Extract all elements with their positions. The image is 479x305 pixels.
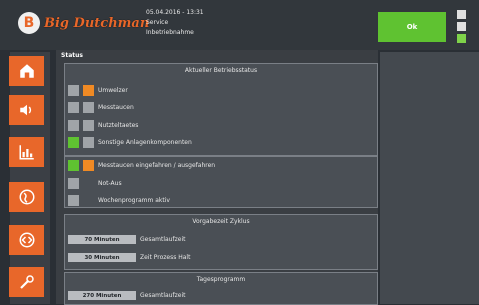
value-field[interactable]: 30 Minuten xyxy=(68,253,136,262)
date-time: 05.04.2016 - 13:31 xyxy=(146,9,204,16)
value-label: Zeit Prozess Halt xyxy=(140,254,191,261)
header-line-2: Service xyxy=(146,19,169,26)
status-row: Sonstige Anlagenkomponenten xyxy=(68,137,192,148)
status-label: Umwelzer xyxy=(98,87,128,94)
status-indicator xyxy=(83,120,94,131)
value-row: 70 Minuten Gesamtlaufzeit xyxy=(68,235,185,244)
page-title: Status xyxy=(61,52,83,59)
panel-title-operating-status: Aktueller Betriebsstatus xyxy=(184,67,258,74)
status-row: Messtaucen eingefahren / ausgefahren xyxy=(68,160,215,171)
status-indicator xyxy=(68,137,79,148)
chart-button[interactable] xyxy=(9,137,44,167)
home-button[interactable] xyxy=(9,56,44,86)
logo-text: Big Dutchman xyxy=(44,15,150,31)
status-indicator xyxy=(83,85,94,96)
indicator-bottom xyxy=(457,34,466,43)
status-indicator xyxy=(68,195,79,206)
sound-button[interactable] xyxy=(9,95,44,125)
value-field[interactable]: 270 Minuten xyxy=(68,291,136,300)
value-label: Gesamtlaufzeit xyxy=(140,236,186,243)
status-indicator xyxy=(68,102,79,113)
home-icon xyxy=(19,64,34,78)
globe-button[interactable] xyxy=(9,182,44,212)
status-label: Messtaucen eingefahren / ausgefahren xyxy=(98,162,216,169)
value-row: 270 Minuten Gesamtlaufzeit xyxy=(68,291,185,300)
value-row: 30 Minuten Zeit Prozess Halt xyxy=(68,253,190,262)
status-row: Nutzteltaetes xyxy=(68,120,138,131)
status-indicator-empty xyxy=(83,195,94,206)
status-label: Not-Aus xyxy=(98,180,122,187)
chart-icon xyxy=(19,145,34,160)
globe-icon xyxy=(19,189,34,205)
circle-arrows-icon xyxy=(19,232,34,248)
panel-divider xyxy=(64,155,377,156)
status-row: Wochenprogramm aktiv xyxy=(68,195,170,206)
status-row: Not-Aus xyxy=(68,178,122,189)
header-info: 05.04.2016 - 13:31 Service Inbetriebnahm… xyxy=(146,8,204,38)
ok-button[interactable]: Ok xyxy=(378,12,446,42)
right-panel xyxy=(380,52,479,304)
status-indicator-empty xyxy=(83,178,94,189)
indicator-mid xyxy=(457,22,466,31)
status-indicator xyxy=(68,160,79,171)
value-field[interactable]: 70 Minuten xyxy=(68,235,136,244)
wrench-icon xyxy=(19,275,34,289)
status-label: Wochenprogramm aktiv xyxy=(98,197,170,204)
status-label: Nutzteltaetes xyxy=(98,122,139,129)
navigation-button[interactable] xyxy=(9,225,44,255)
daily-program-panel: Tagesprogramm xyxy=(64,272,378,305)
status-indicator xyxy=(83,160,94,171)
logo-badge: B xyxy=(18,12,40,34)
status-label: Messtaucen xyxy=(98,104,134,111)
indicator-top xyxy=(457,10,466,19)
status-row: Messtaucen xyxy=(68,102,134,113)
status-row: Umwelzer xyxy=(68,85,128,96)
speaker-icon xyxy=(19,104,31,116)
panel-title-cycle-time: Vorgabezeit Zyklus xyxy=(192,218,250,225)
tools-button[interactable] xyxy=(9,267,44,297)
status-indicator xyxy=(83,137,94,148)
header-line-3: Inbetriebnahme xyxy=(146,29,194,36)
status-label: Sonstige Anlagenkomponenten xyxy=(98,139,192,146)
panel-title-daily-program: Tagesprogramm xyxy=(196,276,246,283)
value-label: Gesamtlaufzeit xyxy=(140,292,186,299)
status-indicator xyxy=(68,85,79,96)
status-indicator xyxy=(83,102,94,113)
status-indicator xyxy=(68,120,79,131)
brand-logo: B Big Dutchman xyxy=(18,9,149,37)
status-indicator xyxy=(68,178,79,189)
